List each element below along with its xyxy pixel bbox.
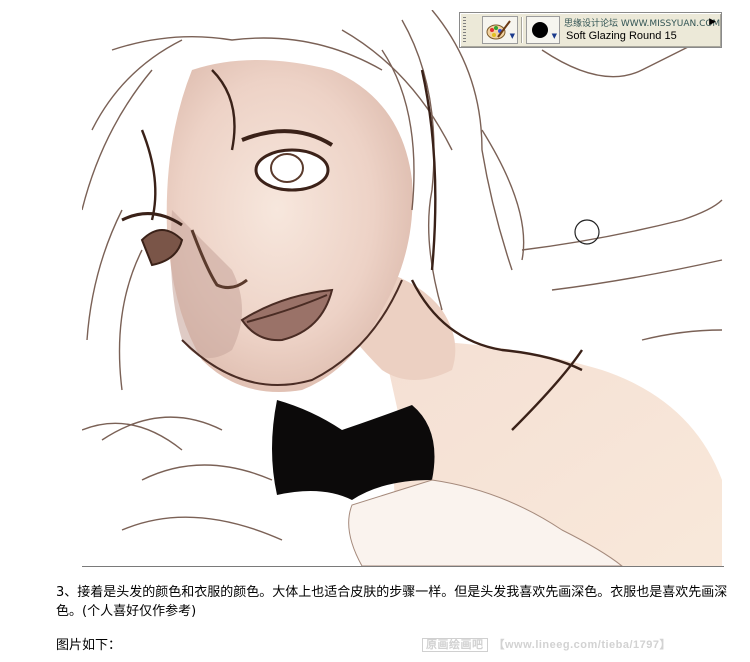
divider <box>82 566 724 567</box>
brush-variant-button[interactable]: ▼ <box>526 16 560 44</box>
toolbar-grip[interactable] <box>463 17 466 43</box>
image-label: 图片如下： <box>56 638 122 653</box>
chevron-down-icon: ▼ <box>509 32 515 40</box>
chevron-down-icon: ▼ <box>551 32 557 40</box>
brush-category-button[interactable]: ▼ <box>482 16 518 44</box>
menu-triangle-icon[interactable]: ▶ <box>709 17 716 27</box>
round-dab-icon <box>532 22 548 38</box>
site-watermark: 思缘设计论坛 WWW.MISSYUAN.COM <box>564 19 721 29</box>
watermark-url: 【www.lineeg.com/tieba/1797】 <box>493 639 672 651</box>
step-caption: 3、接着是头发的颜色和衣服的颜色。大体上也适合皮肤的步骤一样。但是头发我喜欢先画… <box>56 585 728 619</box>
watermark-badge: 原画绘画吧 <box>422 638 488 652</box>
footer-watermark: 原画绘画吧 【www.lineeg.com/tieba/1797】 <box>422 636 742 654</box>
toolbar-separator <box>521 17 523 43</box>
artwork-canvas[interactable] <box>82 10 724 566</box>
brush-variant-name: Soft Glazing Round 15 <box>566 30 677 42</box>
brush-selector-toolbar: ▼ ▼ 思缘设计论坛 WWW.MISSYUAN.COM Soft Glazing… <box>459 12 722 48</box>
